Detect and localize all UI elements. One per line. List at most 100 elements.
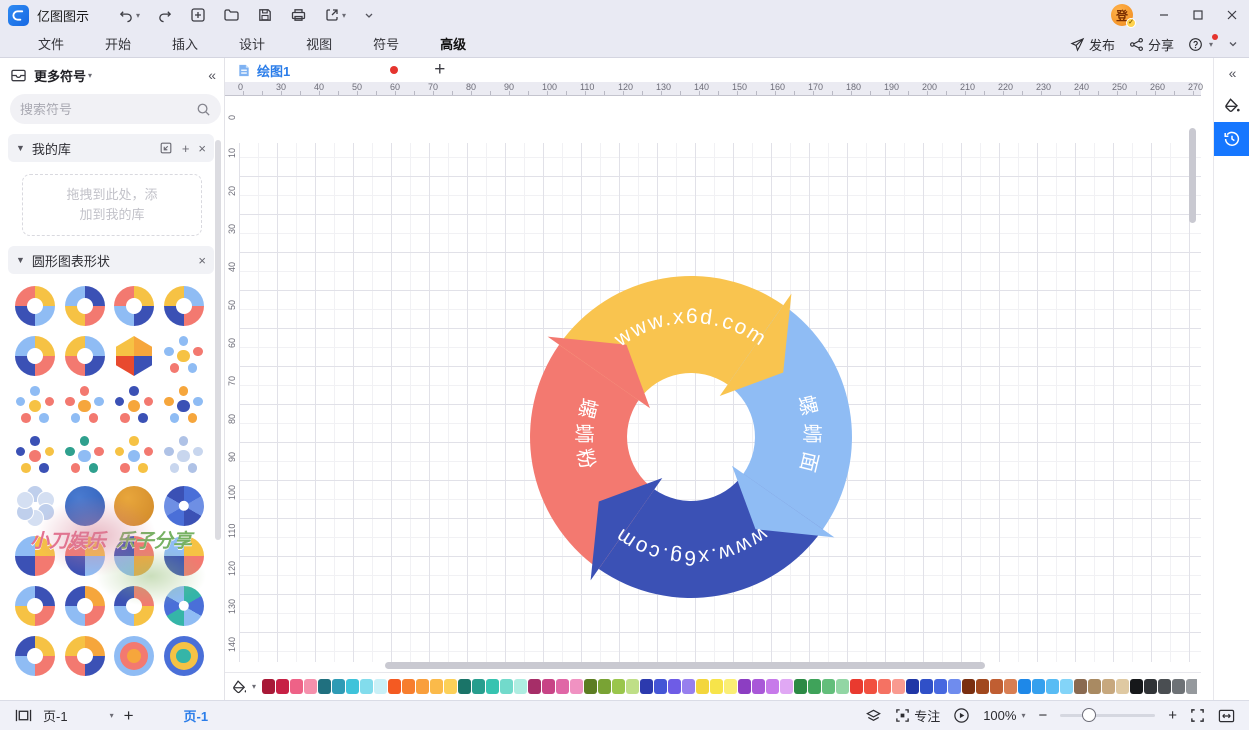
fullscreen-icon[interactable] bbox=[1190, 708, 1205, 723]
drawing-viewport[interactable]: www.x6d.com螺蛳面www.x6g.com螺蛳粉 bbox=[239, 96, 1201, 662]
color-swatch[interactable] bbox=[626, 679, 639, 694]
color-swatch[interactable] bbox=[948, 679, 961, 694]
menu-item-视图[interactable]: 视图 bbox=[290, 30, 348, 57]
color-swatch[interactable] bbox=[766, 679, 779, 694]
symbol-thumbnail-nodes[interactable] bbox=[161, 384, 207, 428]
color-swatch[interactable] bbox=[1158, 679, 1171, 694]
color-swatch[interactable] bbox=[290, 679, 303, 694]
symbol-thumbnail-donut[interactable] bbox=[62, 634, 108, 678]
sidebar-scrollbar[interactable] bbox=[215, 140, 221, 540]
symbol-thumbnail-target[interactable] bbox=[111, 634, 157, 678]
color-swatch[interactable] bbox=[906, 679, 919, 694]
symbol-thumbnail-flower[interactable] bbox=[12, 484, 58, 528]
color-swatch[interactable] bbox=[878, 679, 891, 694]
color-swatch[interactable] bbox=[304, 679, 317, 694]
color-swatch[interactable] bbox=[1172, 679, 1185, 694]
color-swatch[interactable] bbox=[724, 679, 737, 694]
color-swatch[interactable] bbox=[682, 679, 695, 694]
symbol-thumbnail-donut[interactable] bbox=[111, 584, 157, 628]
symbol-thumbnail-ball[interactable] bbox=[62, 484, 108, 528]
layers-icon[interactable] bbox=[865, 708, 882, 724]
collapse-ribbon-button[interactable] bbox=[1227, 38, 1239, 50]
symbol-thumbnail-wheel[interactable] bbox=[161, 484, 207, 528]
collapse-panel-icon[interactable]: « bbox=[208, 67, 214, 83]
horizontal-scrollbar[interactable] bbox=[385, 662, 985, 669]
zoom-slider[interactable] bbox=[1060, 714, 1155, 717]
panel-title-caret-icon[interactable]: ▾ bbox=[88, 71, 92, 80]
import-library-icon[interactable] bbox=[159, 141, 173, 155]
color-swatch[interactable] bbox=[332, 679, 345, 694]
zoom-in-button[interactable]: + bbox=[1168, 707, 1177, 724]
color-swatch[interactable] bbox=[528, 679, 541, 694]
color-swatch[interactable] bbox=[500, 679, 513, 694]
symbol-search[interactable] bbox=[10, 94, 221, 124]
color-swatch[interactable] bbox=[1186, 679, 1197, 694]
symbol-thumbnail-target[interactable] bbox=[161, 634, 207, 678]
add-page-button[interactable]: + bbox=[124, 706, 134, 726]
page-overview-icon[interactable] bbox=[14, 708, 33, 723]
export-button[interactable]: ▾ bbox=[319, 4, 351, 26]
share-button[interactable]: 分享 bbox=[1129, 35, 1174, 54]
symbol-thumbnail-pie[interactable] bbox=[111, 534, 157, 578]
color-swatch[interactable] bbox=[934, 679, 947, 694]
color-swatch[interactable] bbox=[1046, 679, 1059, 694]
color-swatch[interactable] bbox=[1130, 679, 1143, 694]
new-document-button[interactable] bbox=[185, 4, 211, 26]
save-button[interactable] bbox=[252, 4, 278, 26]
color-swatch[interactable] bbox=[1088, 679, 1101, 694]
close-button[interactable] bbox=[1215, 0, 1249, 30]
history-panel-button[interactable] bbox=[1214, 122, 1249, 156]
color-swatch[interactable] bbox=[570, 679, 583, 694]
color-swatch[interactable] bbox=[458, 679, 471, 694]
cycle-diagram[interactable]: www.x6d.com螺蛳面www.x6g.com螺蛳粉 bbox=[491, 237, 891, 637]
open-file-button[interactable] bbox=[218, 4, 245, 26]
symbol-thumbnail-pie[interactable] bbox=[12, 534, 58, 578]
color-swatch[interactable] bbox=[752, 679, 765, 694]
color-swatch[interactable] bbox=[1060, 679, 1073, 694]
symbol-thumbnail-donut[interactable] bbox=[111, 284, 157, 328]
color-swatch[interactable] bbox=[542, 679, 555, 694]
minimize-button[interactable] bbox=[1147, 0, 1181, 30]
page-selector[interactable]: 页-1 ▾ bbox=[43, 706, 114, 725]
symbol-thumbnail-nodes[interactable] bbox=[62, 434, 108, 478]
close-section-icon[interactable]: × bbox=[198, 253, 206, 268]
color-swatch[interactable] bbox=[710, 679, 723, 694]
color-swatch[interactable] bbox=[416, 679, 429, 694]
color-swatch[interactable] bbox=[808, 679, 821, 694]
symbol-thumbnail-donut[interactable] bbox=[12, 584, 58, 628]
my-library-section-header[interactable]: ▼ 我的库 + × bbox=[8, 134, 214, 162]
color-swatch[interactable] bbox=[360, 679, 373, 694]
color-swatch[interactable] bbox=[486, 679, 499, 694]
search-input[interactable] bbox=[20, 102, 196, 117]
color-swatch[interactable] bbox=[794, 679, 807, 694]
collapse-toolbar-button[interactable] bbox=[358, 6, 380, 24]
close-library-icon[interactable]: × bbox=[198, 141, 206, 156]
menu-item-符号[interactable]: 符号 bbox=[357, 30, 415, 57]
color-swatch[interactable] bbox=[556, 679, 569, 694]
focus-mode-button[interactable]: 专注 bbox=[895, 706, 940, 725]
section-collapse-icon[interactable]: ▼ bbox=[16, 255, 25, 265]
color-swatch[interactable] bbox=[276, 679, 289, 694]
color-swatch[interactable] bbox=[1102, 679, 1115, 694]
zoom-level-dropdown[interactable]: 100% ▾ bbox=[983, 708, 1025, 723]
menu-item-插入[interactable]: 插入 bbox=[156, 30, 214, 57]
menu-item-开始[interactable]: 开始 bbox=[89, 30, 147, 57]
presentation-play-icon[interactable] bbox=[953, 707, 970, 724]
color-swatch[interactable] bbox=[374, 679, 387, 694]
section-collapse-icon[interactable]: ▼ bbox=[16, 143, 25, 153]
color-swatch[interactable] bbox=[990, 679, 1003, 694]
color-swatch[interactable] bbox=[472, 679, 485, 694]
symbol-thumbnail-pie[interactable] bbox=[62, 534, 108, 578]
publish-button[interactable]: 发布 bbox=[1070, 35, 1115, 54]
color-swatch[interactable] bbox=[430, 679, 443, 694]
color-swatch[interactable] bbox=[976, 679, 989, 694]
menu-item-高级[interactable]: 高级 bbox=[424, 30, 482, 57]
color-swatch[interactable] bbox=[346, 679, 359, 694]
symbol-thumbnail-donut[interactable] bbox=[161, 284, 207, 328]
login-avatar[interactable]: 登✓ bbox=[1111, 4, 1133, 26]
symbol-thumbnail-hex[interactable] bbox=[111, 334, 157, 378]
color-swatch[interactable] bbox=[612, 679, 625, 694]
symbol-thumbnail-nodes[interactable] bbox=[111, 384, 157, 428]
color-swatch[interactable] bbox=[1004, 679, 1017, 694]
color-swatch[interactable] bbox=[920, 679, 933, 694]
